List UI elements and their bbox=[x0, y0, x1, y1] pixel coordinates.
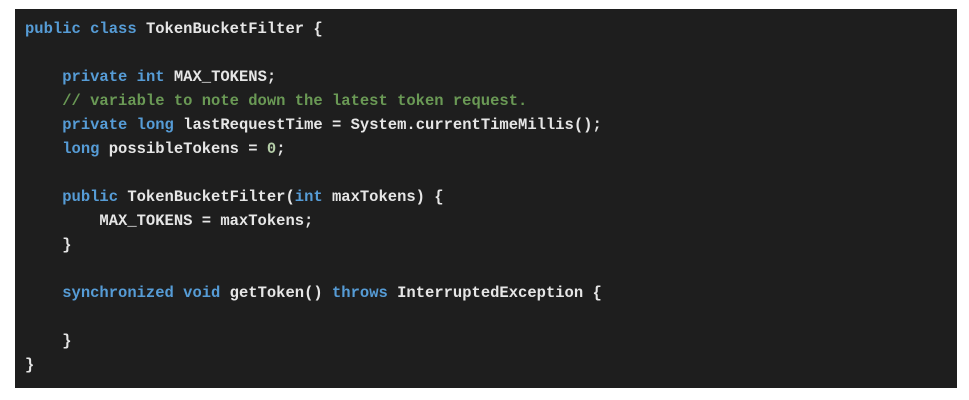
code-text: } bbox=[25, 332, 72, 350]
code-line: long possibleTokens = 0; bbox=[25, 137, 957, 161]
code-line: MAX_TOKENS = maxTokens; bbox=[25, 209, 957, 233]
code-line: public TokenBucketFilter(int maxTokens) … bbox=[25, 185, 957, 209]
code-line: ​ bbox=[25, 41, 957, 65]
code-line: synchronized void getToken() throws Inte… bbox=[25, 281, 957, 305]
code-line: ​ bbox=[25, 257, 957, 281]
code-number: 0 bbox=[266, 140, 277, 158]
code-line: public class TokenBucketFilter { bbox=[25, 17, 957, 41]
code-text: TokenBucketFilter { bbox=[136, 20, 323, 38]
code-text: } bbox=[25, 236, 72, 254]
code-keyword: synchronized bbox=[62, 284, 174, 302]
code-keyword: throws bbox=[332, 284, 388, 302]
code-line: } bbox=[25, 233, 957, 257]
code-line: } bbox=[25, 329, 957, 353]
code-text: maxTokens) { bbox=[322, 188, 444, 206]
code-keyword: int bbox=[136, 68, 165, 86]
code-text: InterruptedException { bbox=[387, 284, 602, 302]
code-text: MAX_TOKENS; bbox=[164, 68, 277, 86]
code-keyword: long bbox=[136, 116, 174, 134]
code-line: } bbox=[25, 353, 957, 377]
code-line: private long lastRequestTime = System.cu… bbox=[25, 113, 957, 137]
code-line: private int MAX_TOKENS; bbox=[25, 65, 957, 89]
code-text: } bbox=[25, 356, 35, 374]
code-text: ; bbox=[276, 140, 286, 158]
code-text: TokenBucketFilter( bbox=[118, 188, 295, 206]
code-block: public class TokenBucketFilter {​ privat… bbox=[15, 9, 957, 388]
code-line: ​ bbox=[25, 305, 957, 329]
code-text: getToken() bbox=[220, 284, 332, 302]
code-keyword: public bbox=[25, 20, 81, 38]
code-keyword: private bbox=[62, 68, 128, 86]
code-listing: public class TokenBucketFilter {​ privat… bbox=[25, 17, 957, 377]
code-keyword: private bbox=[62, 116, 128, 134]
code-line: ​ bbox=[25, 161, 957, 185]
code-text: lastRequestTime = System.currentTimeMill… bbox=[173, 116, 602, 134]
code-text: MAX_TOKENS = maxTokens; bbox=[25, 212, 314, 230]
code-keyword: class bbox=[90, 20, 137, 38]
code-comment: // variable to note down the latest toke… bbox=[62, 92, 528, 110]
code-text: possibleTokens = bbox=[99, 140, 267, 158]
code-keyword: long bbox=[62, 140, 100, 158]
code-line: // variable to note down the latest toke… bbox=[25, 89, 957, 113]
code-keyword: int bbox=[294, 188, 323, 206]
code-keyword: void bbox=[183, 284, 221, 302]
code-keyword: public bbox=[62, 188, 119, 206]
